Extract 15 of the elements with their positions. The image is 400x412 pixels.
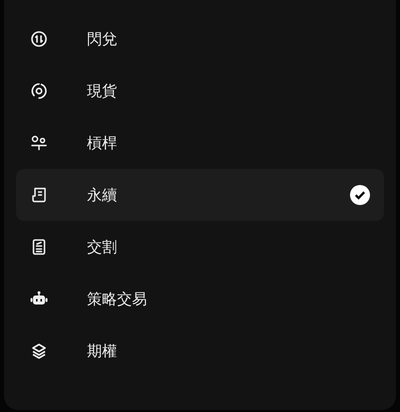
- swap-icon: [31, 31, 47, 47]
- layers-icon: [31, 343, 47, 359]
- menu-item[interactable]: 策略交易: [16, 273, 384, 325]
- menu-item[interactable]: 交割: [16, 221, 384, 273]
- menu-item[interactable]: 現貨: [16, 65, 384, 117]
- people-icon: [31, 135, 47, 151]
- menu-item[interactable]: 閃兌: [16, 13, 384, 65]
- robot-icon: [30, 291, 48, 307]
- menu-item[interactable]: 槓桿: [16, 117, 384, 169]
- target-icon: [31, 83, 47, 99]
- menu-item[interactable]: 期權: [16, 325, 384, 377]
- menu-item[interactable]: 永續: [16, 169, 384, 221]
- document-icon: [31, 187, 47, 203]
- check-icon: [350, 185, 370, 205]
- clipboard-icon: [31, 239, 47, 255]
